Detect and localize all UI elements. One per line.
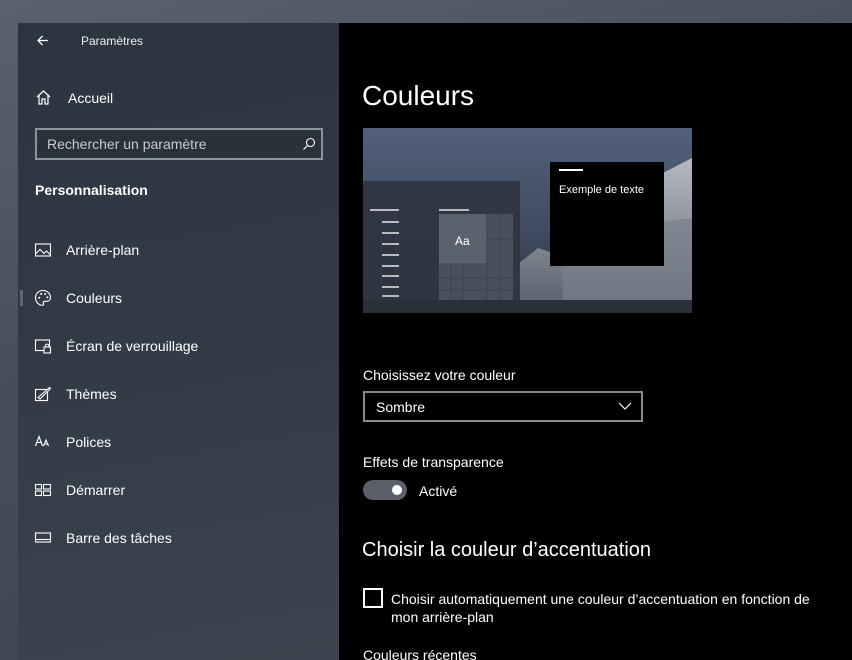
home-icon: [36, 90, 51, 105]
home-label: Accueil: [68, 90, 114, 106]
auto-accent-label[interactable]: Choisir automatiquement une couleur d’ac…: [391, 590, 811, 626]
sidebar-item-label: Thèmes: [66, 386, 117, 402]
lock-screen-icon: [34, 339, 52, 354]
sidebar-item-colors[interactable]: Couleurs: [18, 280, 339, 316]
image-icon: [34, 243, 52, 257]
preview-image: Aa Exemple de texte: [363, 128, 692, 313]
recent-colors-label: Couleurs récentes: [363, 647, 477, 660]
accent-heading: Choisir la couleur d’accentuation: [362, 539, 652, 561]
sidebar-item-fonts[interactable]: Polices: [18, 424, 339, 460]
transparency-label: Effets de transparence: [363, 454, 504, 470]
taskbar-icon: [34, 532, 52, 543]
back-arrow-icon: [37, 35, 48, 46]
sidebar-item-label: Polices: [66, 434, 112, 450]
page-title: Couleurs: [362, 80, 475, 111]
section-title: Personnalisation: [35, 182, 148, 198]
chevron-down-icon: [618, 402, 632, 410]
sidebar-item-home[interactable]: Accueil: [18, 83, 339, 111]
sidebar-item-lock-screen[interactable]: Écran de verrouillage: [18, 328, 339, 364]
toggle-knob: [392, 485, 402, 495]
sidebar-item-taskbar[interactable]: Barre des tâches: [18, 520, 339, 556]
sidebar-item-start[interactable]: Démarrer: [18, 472, 339, 508]
search-input[interactable]: [37, 130, 291, 158]
color-mode-label: Choisissez votre couleur: [363, 367, 516, 383]
sidebar-item-themes[interactable]: Thèmes: [18, 376, 339, 412]
sidebar-item-label: Couleurs: [66, 290, 123, 306]
settings-window: Paramètres Accueil Personnalisation Arri…: [18, 23, 852, 660]
preview-tile-text: Aa: [455, 234, 470, 248]
sidebar-item-background[interactable]: Arrière-plan: [18, 232, 339, 268]
sidebar-item-label: Démarrer: [66, 482, 126, 498]
main-content: Couleurs Aa Exemple de texte Choisissez …: [339, 23, 852, 660]
back-button[interactable]: [30, 29, 56, 53]
search-icon[interactable]: [302, 137, 316, 151]
theme-preview: Aa Exemple de texte: [363, 128, 692, 313]
color-mode-value: Sombre: [376, 399, 426, 415]
transparency-toggle[interactable]: [363, 480, 407, 500]
preview-sample-text: Exemple de texte: [559, 184, 644, 196]
search-box: [35, 128, 323, 160]
title-bar: Paramètres: [18, 23, 339, 59]
app-title: Paramètres: [81, 34, 144, 48]
start-icon: [34, 483, 52, 497]
sidebar-item-label: Arrière-plan: [66, 242, 140, 258]
sidebar-item-label: Écran de verrouillage: [66, 338, 199, 354]
sidebar: Paramètres Accueil Personnalisation Arri…: [18, 23, 339, 660]
fonts-icon: [34, 434, 50, 447]
themes-icon: [34, 386, 52, 402]
palette-icon: [34, 289, 52, 306]
auto-accent-checkbox[interactable]: [363, 588, 383, 608]
sidebar-item-label: Barre des tâches: [66, 530, 172, 546]
transparency-state: Activé: [419, 483, 458, 499]
color-mode-dropdown[interactable]: Sombre: [363, 391, 643, 422]
